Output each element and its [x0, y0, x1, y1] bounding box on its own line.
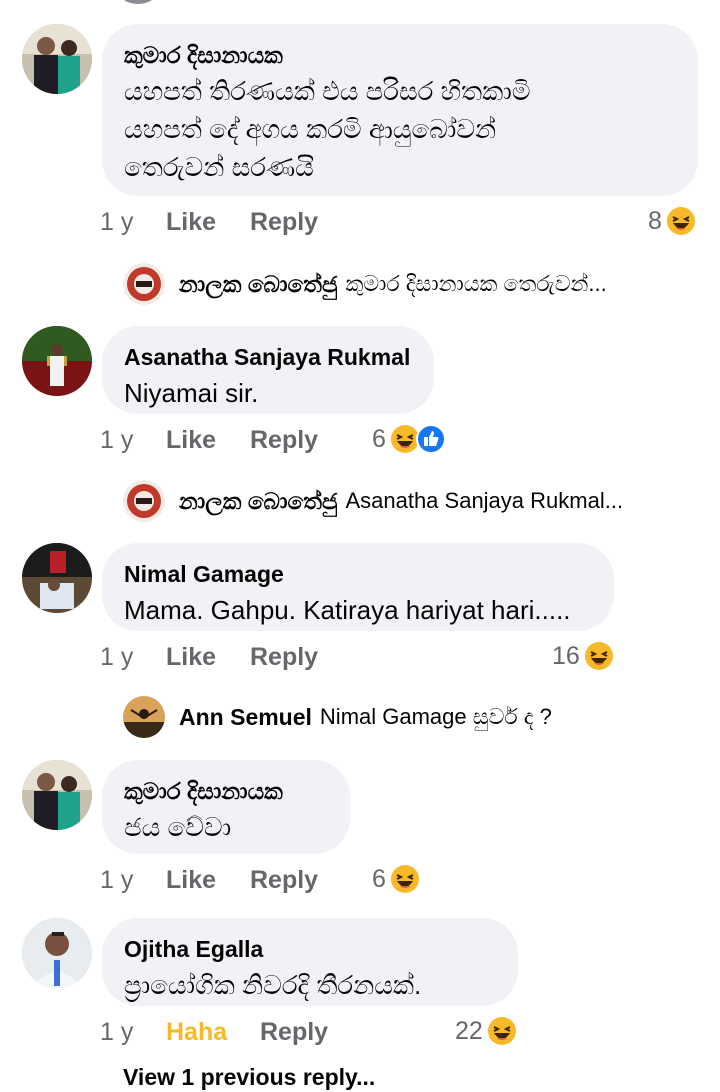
comment-text-line: ප්‍රායෝගික නිවරදි තීරනයක්.	[124, 970, 422, 1000]
reply-text: Nimal Gamage සුවර් ද ?	[319, 704, 552, 729]
avatar[interactable]	[22, 24, 92, 94]
comment-time[interactable]: 1 y	[100, 866, 166, 895]
like-button[interactable]: Like	[166, 208, 250, 237]
reply-preview[interactable]: Ann Semuel Nimal Gamage සුවර් ද ?	[123, 696, 552, 738]
avatar[interactable]	[22, 918, 92, 988]
comment-author[interactable]: කුමාර දිසානායක	[124, 776, 328, 806]
reaction-summary[interactable]: 6	[372, 424, 446, 454]
avatar[interactable]	[22, 326, 92, 396]
reply-button[interactable]: Reply	[250, 643, 318, 672]
comment-time[interactable]: 1 y	[100, 426, 166, 455]
comment-time[interactable]: 1 y	[100, 643, 166, 672]
avatar[interactable]	[22, 760, 92, 830]
comments-page: කුමාර දිසානායක යහපත් තිරණයක් එය පරිසර හි…	[0, 0, 720, 1092]
reply-button[interactable]: Reply	[250, 426, 318, 455]
view-previous-replies-link[interactable]: View 1 previous reply...	[123, 1064, 375, 1091]
reply-button[interactable]: Reply	[250, 866, 318, 895]
comment-time[interactable]: 1 y	[100, 1018, 166, 1047]
reply-button[interactable]: Reply	[260, 1018, 328, 1047]
reaction-summary[interactable]: 8	[648, 206, 696, 236]
like-button[interactable]: Like	[166, 866, 250, 895]
reply-avatar	[123, 480, 165, 522]
comment-text-line: Mama. Gahpu. Katiraya hariyat hari.....	[124, 595, 571, 625]
haha-icon	[390, 864, 420, 894]
comment-text-line: Niyamai sir.	[124, 378, 259, 408]
like-button[interactable]: Like	[166, 426, 250, 455]
comment-actions: 1 y Like Reply	[100, 866, 318, 895]
reply-author[interactable]: නාලක බොතේජු	[179, 271, 337, 298]
comment-actions: 1 y Haha Reply	[100, 1018, 328, 1047]
comment-bubble: Asanatha Sanjaya Rukmal Niyamai sir.	[102, 326, 434, 414]
comment-text-line: යහපත් තිරණයක් එය පරිසර හිතකාමි	[124, 76, 531, 106]
reply-preview[interactable]: නාලක බොතේජු කුමාර දිසානායක තෙරුවන්...	[123, 263, 607, 305]
reply-preview[interactable]: නාලක බොතේජු Asanatha Sanjaya Rukmal...	[123, 480, 623, 522]
reaction-count: 22	[455, 1016, 483, 1045]
reply-avatar	[123, 263, 165, 305]
comment-author[interactable]: Nimal Gamage	[124, 559, 592, 589]
reply-avatar	[123, 696, 165, 738]
reply-text: Asanatha Sanjaya Rukmal...	[345, 488, 624, 513]
comment-bubble: Ojitha Egalla ප්‍රායෝගික නිවරදි තීරනයක්.	[102, 918, 518, 1006]
comment-text-line: තෙරුවන් සරණයි	[124, 152, 314, 182]
comment-time[interactable]: 1 y	[100, 208, 166, 237]
reply-author[interactable]: නාලක බොතේජු	[179, 488, 337, 515]
reaction-summary[interactable]: 22	[455, 1016, 517, 1046]
like-button[interactable]: Like	[166, 643, 250, 672]
like-icon	[415, 424, 446, 454]
reaction-count: 6	[372, 864, 386, 893]
reply-text: කුමාර දිසානායක තෙරුවන්...	[345, 271, 607, 296]
partial-avatar	[120, 0, 156, 4]
reply-author[interactable]: Ann Semuel	[179, 704, 312, 731]
haha-icon	[666, 206, 696, 236]
haha-reaction-button[interactable]: Haha	[166, 1018, 260, 1047]
reaction-count: 16	[552, 641, 580, 670]
reply-button[interactable]: Reply	[250, 208, 318, 237]
comment-bubble: කුමාර දිසානායක ජය වේවා	[102, 760, 350, 854]
reaction-count: 8	[648, 206, 662, 235]
reaction-summary[interactable]: 6	[372, 864, 420, 894]
comment-author[interactable]: කුමාර දිසානායක	[124, 40, 676, 70]
comment-author[interactable]: Ojitha Egalla	[124, 934, 496, 964]
comment-actions: 1 y Like Reply	[100, 208, 318, 237]
comment-bubble: කුමාර දිසානායක යහපත් තිරණයක් එය පරිසර හි…	[102, 24, 698, 196]
reaction-summary[interactable]: 16	[552, 641, 614, 671]
comment-actions: 1 y Like Reply	[100, 426, 318, 455]
comment-bubble: Nimal Gamage Mama. Gahpu. Katiraya hariy…	[102, 543, 614, 631]
comment-text-line: යහපත් දේ අගය කරමි ආයුබෝවන්	[124, 114, 497, 144]
comment-text-line: ජය වේවා	[124, 812, 232, 842]
comment-actions: 1 y Like Reply	[100, 643, 318, 672]
reaction-count: 6	[372, 424, 386, 453]
comment-author[interactable]: Asanatha Sanjaya Rukmal	[124, 342, 412, 372]
haha-icon	[487, 1016, 517, 1046]
avatar[interactable]	[22, 543, 92, 613]
haha-icon	[584, 641, 614, 671]
